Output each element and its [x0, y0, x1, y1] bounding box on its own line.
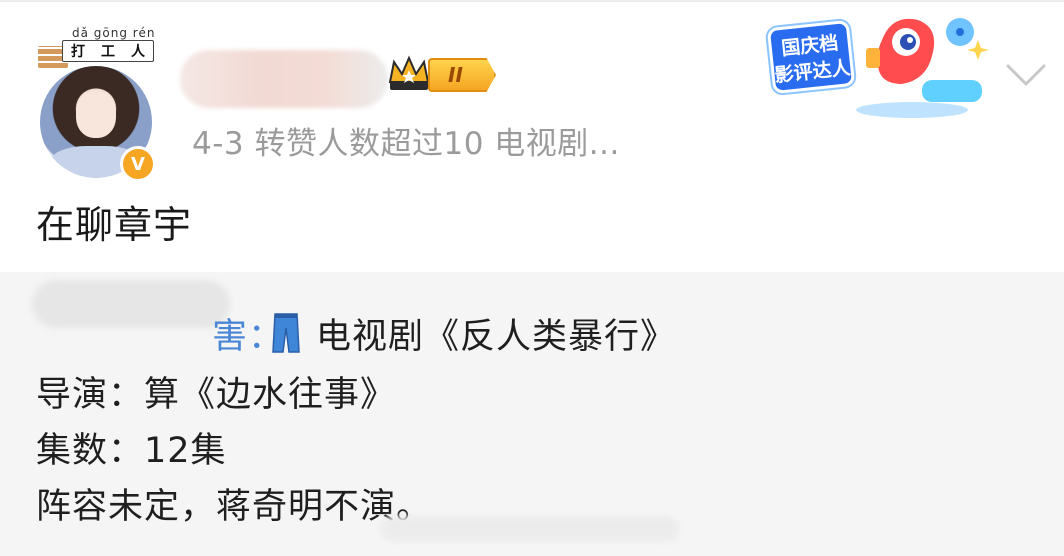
mascot-icon [856, 18, 989, 118]
repost-author-blurred[interactable] [32, 280, 230, 328]
verified-badge-icon: V [120, 146, 156, 182]
event-badge-label: 国庆档 影评达人 [766, 19, 856, 95]
event-badge[interactable]: 国庆档 影评达人 [760, 10, 992, 122]
post-text: 在聊章宇 [36, 203, 193, 247]
jeans-icon [272, 313, 300, 353]
top-divider [0, 0, 1064, 2]
avatar-tag: 打 工 人 [62, 40, 154, 62]
repost-line-2: 导演：算《边水往事》 [36, 375, 397, 415]
avatar-tag-char: 人 [131, 44, 145, 60]
repost-line-4: 阵容未定，蒋奇明不演。 [36, 487, 433, 527]
avatar-pinyin: dǎ gōng rén [72, 26, 156, 40]
avatar-tag-char: 打 [71, 44, 85, 60]
username-blurred[interactable] [180, 50, 388, 108]
avatar-area[interactable]: dǎ gōng rén 打 工 人 V [36, 20, 166, 182]
level-badge: II [428, 58, 496, 92]
repost-line-1: 电视剧《反人类暴行》 [316, 317, 677, 357]
avatar-face [76, 92, 116, 138]
repost-block[interactable]: 害： 电视剧《反人类暴行》 导演：算《边水往事》 集数：12集 阵容未定，蒋奇明… [0, 272, 1064, 556]
watermark-blurred [380, 516, 680, 542]
avatar-tag-char: 工 [101, 44, 115, 60]
chevron-down-icon[interactable] [1004, 60, 1048, 90]
post-meta: 4-3 转赞人数超过10 电视剧... [192, 126, 620, 162]
crown-icon [388, 55, 430, 90]
repost-line-3: 集数：12集 [36, 431, 227, 471]
